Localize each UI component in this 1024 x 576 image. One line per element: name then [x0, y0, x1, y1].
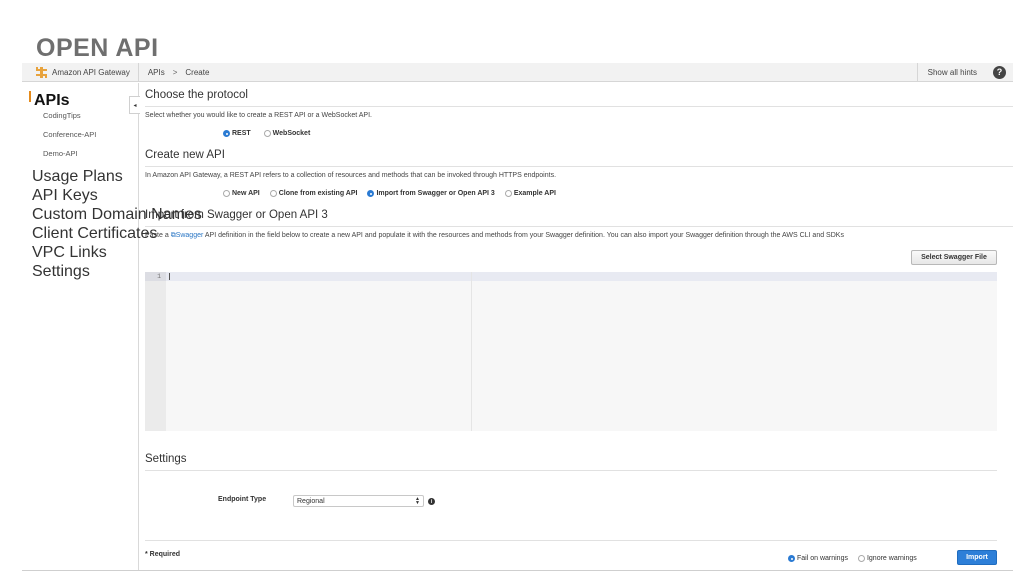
- protocol-options: REST WebSocket: [223, 130, 310, 137]
- select-arrows-icon: ▲ ▼: [415, 496, 420, 506]
- required-note: * Required: [145, 551, 181, 558]
- protocol-websocket-option[interactable]: WebSocket: [263, 130, 311, 137]
- radio-label: New API: [232, 190, 260, 197]
- divider: [145, 226, 1013, 227]
- divider: [145, 470, 997, 471]
- radio-fail-on-warnings[interactable]: [788, 555, 795, 562]
- brand-name: Amazon API Gateway: [52, 67, 130, 77]
- show-all-hints-button[interactable]: Show all hints: [916, 63, 987, 81]
- sidebar-item-apis[interactable]: APIs: [29, 91, 70, 110]
- sidebar-item-usage-plans[interactable]: Usage Plans: [32, 168, 123, 186]
- radio-clone[interactable]: [269, 190, 277, 197]
- radio-ignore-warnings[interactable]: [857, 555, 865, 562]
- bottom-border: [22, 570, 1013, 571]
- top-bar: Amazon API Gateway APIs > Create Show al…: [22, 63, 1013, 82]
- import-button[interactable]: Import: [957, 550, 997, 565]
- create-heading: Create new API: [145, 149, 225, 161]
- swagger-link-label: Swagger: [175, 232, 204, 239]
- brand[interactable]: Amazon API Gateway: [22, 63, 139, 81]
- sidebar-item-client-certificates[interactable]: Client Certificates: [32, 225, 157, 243]
- import-heading: Import from Swagger or Open API 3: [145, 209, 328, 221]
- breadcrumb-separator: >: [172, 67, 178, 77]
- editor-cursor: [169, 273, 170, 280]
- select-swagger-file-button[interactable]: Select Swagger File: [911, 250, 997, 265]
- slide-title: OPEN API: [36, 34, 159, 62]
- create-description: In Amazon API Gateway, a REST API refers…: [145, 172, 557, 179]
- protocol-description: Select whether you would like to create …: [145, 112, 372, 119]
- create-example-option[interactable]: Example API: [504, 190, 556, 197]
- endpoint-type-value: Regional: [297, 497, 325, 505]
- collapse-sidebar-icon[interactable]: ◂: [129, 96, 140, 114]
- sidebar-item-vpc-links[interactable]: VPC Links: [32, 244, 107, 262]
- radio-new-api[interactable]: [223, 190, 230, 197]
- ignore-warnings-option[interactable]: Ignore warnings: [857, 555, 917, 562]
- settings-heading: Settings: [145, 453, 187, 465]
- radio-example[interactable]: [504, 190, 512, 197]
- sidebar-item-codingtips[interactable]: CodingTips: [43, 111, 81, 120]
- sidebar-item-demo-api[interactable]: Demo-API: [43, 149, 78, 158]
- sidebar: [22, 83, 139, 570]
- create-import-option[interactable]: Import from Swagger or Open API 3: [367, 190, 495, 197]
- divider: [145, 166, 1013, 167]
- radio-label: Example API: [513, 190, 556, 197]
- editor-gutter: [145, 272, 166, 431]
- import-desc-prefix: Paste a: [145, 232, 171, 239]
- radio-label: REST: [232, 130, 251, 137]
- divider: [145, 106, 1013, 107]
- import-desc-suffix: API definition in the field below to cre…: [203, 232, 844, 239]
- help-icon[interactable]: ?: [993, 65, 1006, 79]
- editor-print-margin: [471, 272, 472, 431]
- endpoint-type-label: Endpoint Type: [218, 496, 267, 503]
- radio-websocket[interactable]: [263, 130, 271, 137]
- endpoint-type-select[interactable]: Regional ▲ ▼: [293, 495, 424, 507]
- swagger-editor[interactable]: 1: [145, 272, 997, 431]
- editor-active-line: [166, 272, 997, 281]
- protocol-heading: Choose the protocol: [145, 89, 248, 101]
- create-new-api-option[interactable]: New API: [223, 190, 260, 197]
- breadcrumb: APIs > Create: [139, 68, 210, 77]
- import-description: Paste a ⧉Swagger API definition in the f…: [145, 232, 844, 240]
- radio-label: Import from Swagger or Open API 3: [376, 190, 495, 197]
- api-gateway-logo-icon: [36, 66, 47, 78]
- sidebar-item-conference-api[interactable]: Conference-API: [43, 130, 96, 139]
- sidebar-item-api-keys[interactable]: API Keys: [32, 187, 98, 205]
- breadcrumb-create: Create: [185, 67, 210, 77]
- divider: [145, 540, 997, 541]
- warning-options: Fail on warnings Ignore warnings: [788, 555, 917, 562]
- swagger-link[interactable]: ⧉Swagger: [171, 232, 204, 239]
- radio-import[interactable]: [367, 190, 375, 197]
- create-options: New API Clone from existing API Import f…: [223, 190, 556, 197]
- radio-label: Clone from existing API: [278, 190, 358, 197]
- fail-on-warnings-option[interactable]: Fail on warnings: [788, 555, 848, 562]
- radio-label: Ignore warnings: [866, 555, 917, 562]
- breadcrumb-apis[interactable]: APIs: [148, 68, 165, 77]
- radio-label: Fail on warnings: [797, 555, 848, 562]
- radio-rest[interactable]: [223, 130, 230, 137]
- protocol-rest-option[interactable]: REST: [223, 130, 251, 137]
- radio-label: WebSocket: [272, 130, 311, 137]
- line-number: 1: [157, 273, 161, 280]
- create-clone-option[interactable]: Clone from existing API: [269, 190, 358, 197]
- sidebar-item-settings[interactable]: Settings: [32, 263, 90, 281]
- info-icon[interactable]: i: [428, 498, 435, 505]
